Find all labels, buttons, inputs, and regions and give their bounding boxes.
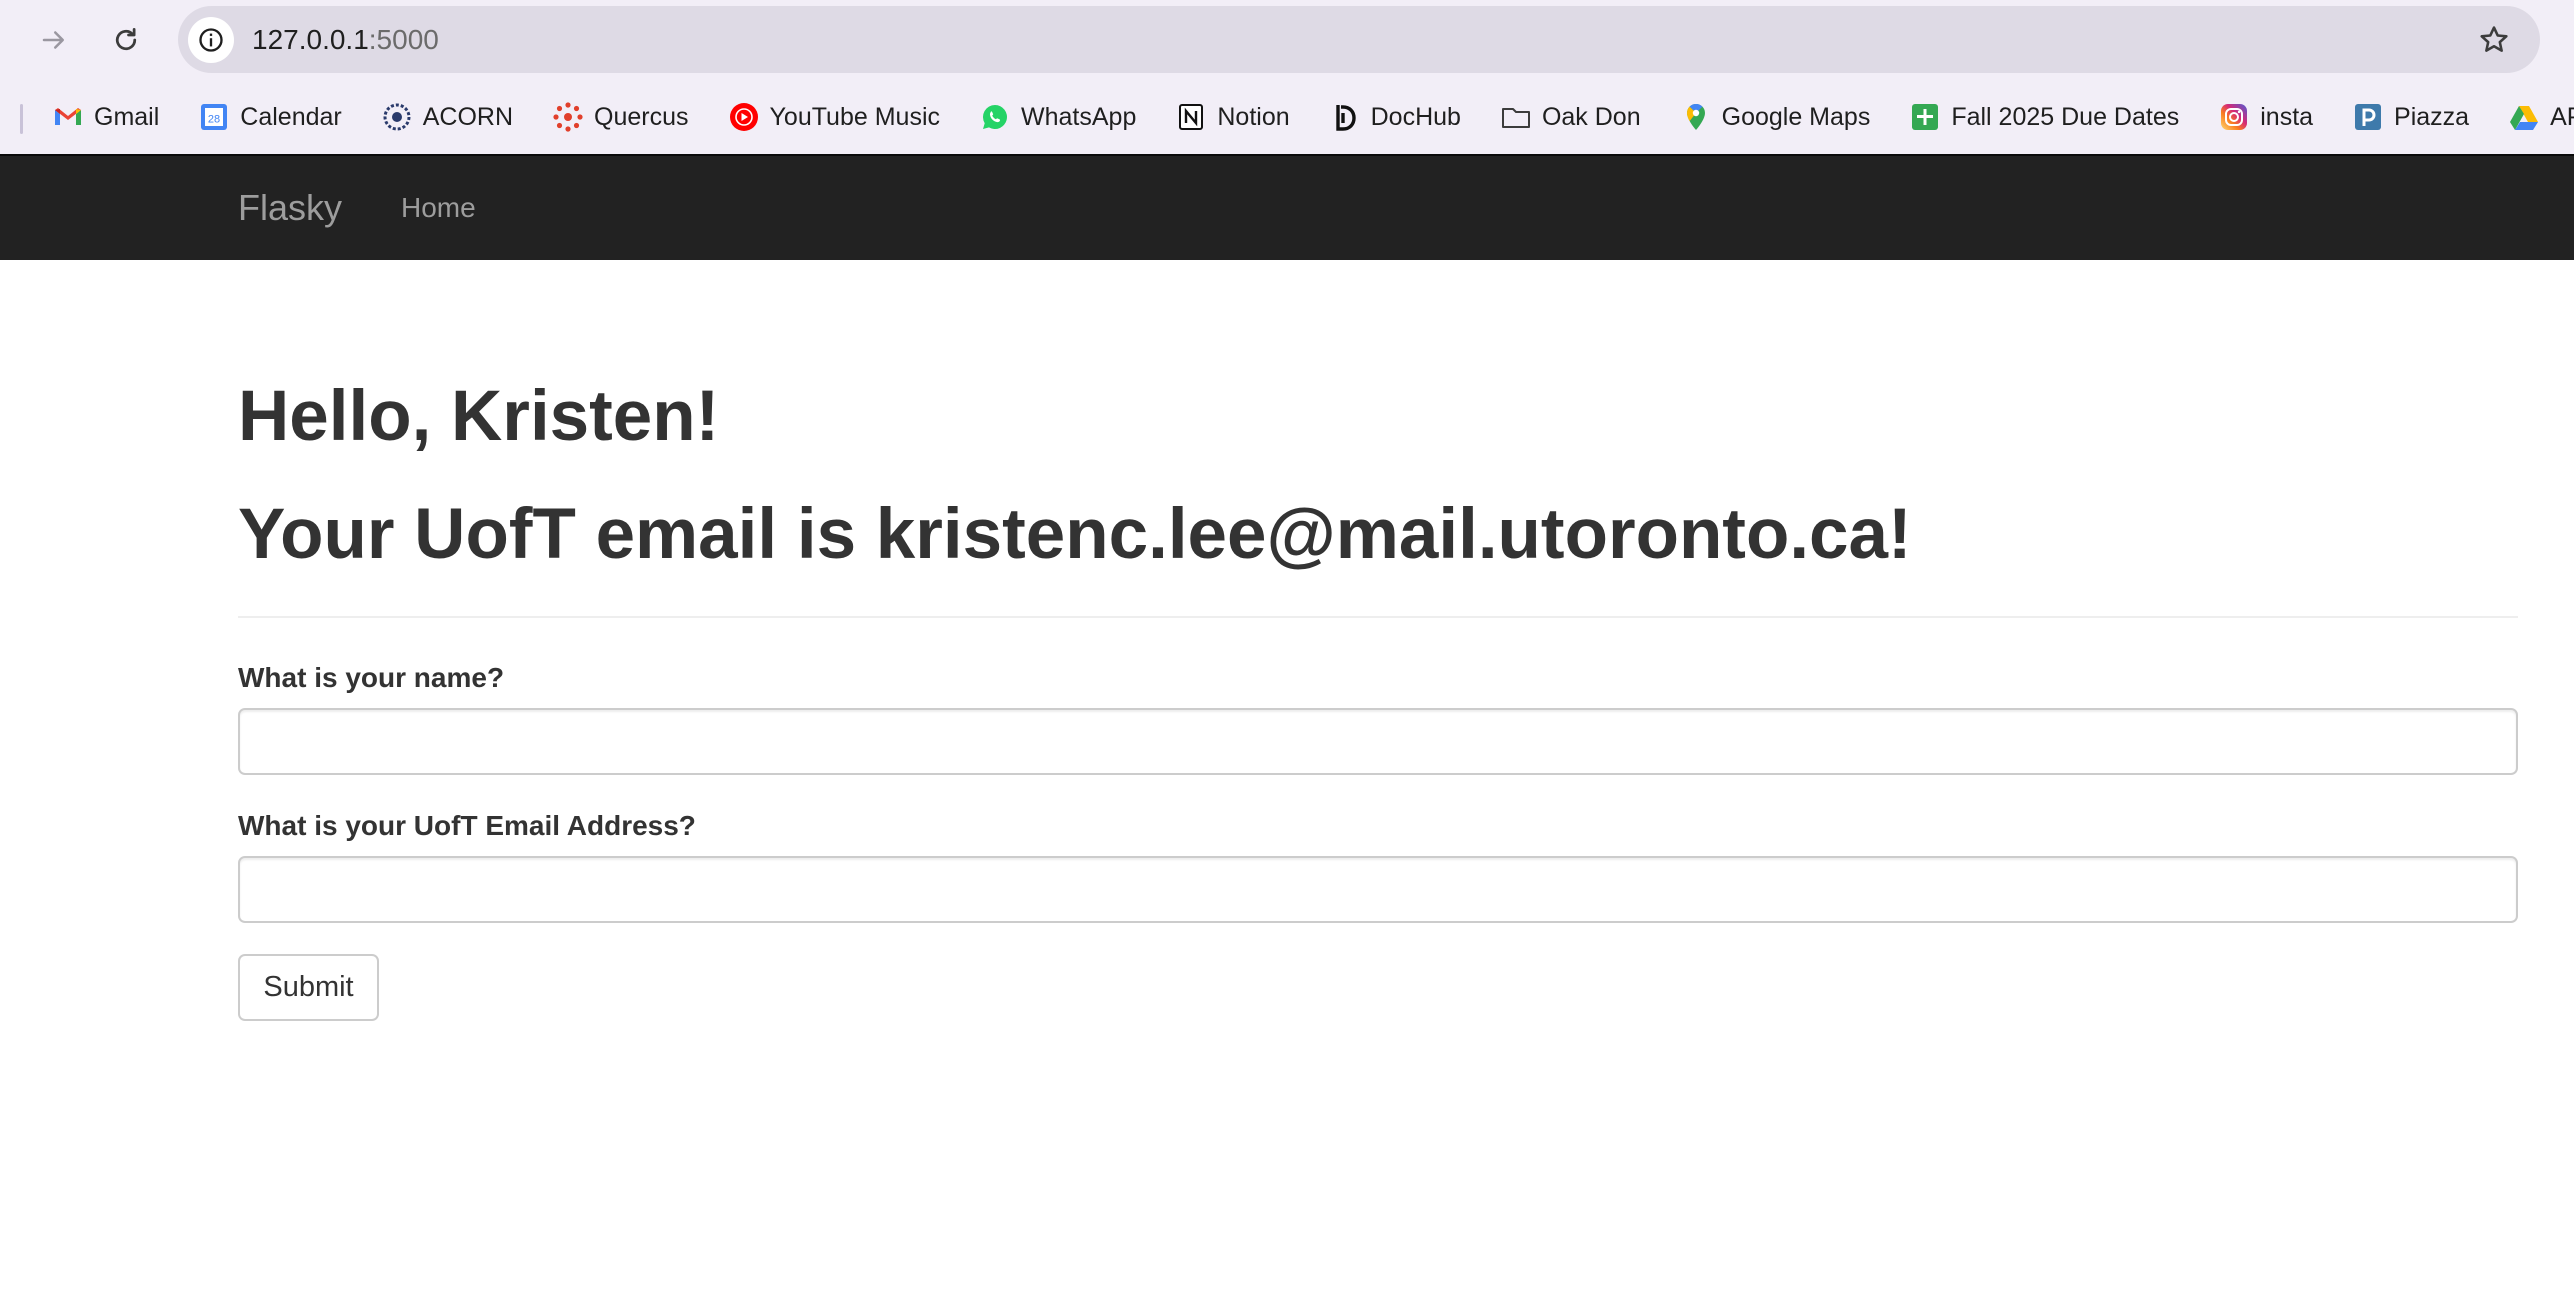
nav-link-home[interactable]: Home xyxy=(401,156,476,260)
sheets-icon xyxy=(1909,101,1941,133)
acorn-icon xyxy=(381,101,413,133)
bookmark-label: insta xyxy=(2260,102,2314,131)
reload-icon xyxy=(115,28,137,51)
instagram-icon xyxy=(2218,101,2250,133)
app-navbar: Flasky Home xyxy=(0,154,2574,260)
url-port: :5000 xyxy=(368,24,439,55)
bookmark-google-maps[interactable]: Google Maps xyxy=(1680,95,1871,139)
bookmark-calendar[interactable]: 28 Calendar xyxy=(198,95,342,139)
bookmark-label: Calendar xyxy=(240,102,342,131)
name-label: What is your name? xyxy=(238,662,505,693)
bookmark-piazza[interactable]: Piazza xyxy=(2352,95,2469,139)
bookmark-gmail[interactable]: Gmail xyxy=(52,95,159,139)
bookmark-whatsapp[interactable]: WhatsApp xyxy=(979,95,1136,139)
bookmark-label: APS49 xyxy=(2550,102,2574,131)
bookmark-aps49[interactable]: APS49 xyxy=(2508,95,2574,139)
bookmark-dochub[interactable]: DocHub xyxy=(1329,95,1461,139)
calendar-icon: 28 xyxy=(198,101,230,133)
calendar-icon-date: 28 xyxy=(208,114,220,126)
info-icon xyxy=(199,28,223,52)
bookmarks-list: Gmail 28 Calendar ACORN Quercus YouTube … xyxy=(52,80,2574,154)
email-heading: Your UofT email is kristenc.lee@mail.uto… xyxy=(238,495,1912,574)
bookmark-label: Google Maps xyxy=(1721,102,1871,131)
bookmark-label: YouTube Music xyxy=(769,102,941,131)
gmail-icon xyxy=(52,101,84,133)
bookmark-acorn[interactable]: ACORN xyxy=(381,95,513,139)
bookmark-label: ACORN xyxy=(422,102,514,131)
bookmark-label: Piazza xyxy=(2394,102,2470,131)
google-maps-icon xyxy=(1680,101,1712,133)
name-input[interactable] xyxy=(238,708,2518,775)
reload-button[interactable] xyxy=(100,14,152,66)
bookmark-fall-2025-due-dates[interactable]: Fall 2025 Due Dates xyxy=(1909,95,2179,139)
arrow-right-icon xyxy=(42,31,64,49)
email-label: What is your UofT Email Address? xyxy=(238,810,696,841)
piazza-icon xyxy=(2352,101,2384,133)
notion-icon xyxy=(1175,101,1207,133)
bookmark-insta[interactable]: insta xyxy=(2218,95,2313,139)
bookmark-label: WhatsApp xyxy=(1021,102,1137,131)
bookmark-folder-oak-don[interactable]: Oak Don xyxy=(1500,95,1641,139)
url-text[interactable]: 127.0.0.1:5000 xyxy=(252,6,439,73)
header-divider xyxy=(238,616,2518,618)
dochub-icon xyxy=(1329,101,1361,133)
address-bar[interactable]: 127.0.0.1:5000 xyxy=(178,6,2540,73)
email-input[interactable] xyxy=(238,856,2518,923)
google-drive-icon xyxy=(2508,101,2540,133)
forward-button[interactable] xyxy=(28,14,80,66)
bookmarks-bar: Gmail 28 Calendar ACORN Quercus YouTube … xyxy=(0,80,2574,154)
bookmark-label: Gmail xyxy=(94,102,160,131)
bookmark-label: Quercus xyxy=(594,102,689,131)
bookmark-star-button[interactable] xyxy=(2474,20,2514,60)
quercus-icon xyxy=(552,101,584,133)
bookmark-label: Oak Don xyxy=(1541,102,1641,131)
bookmark-label: DocHub xyxy=(1370,102,1461,131)
star-icon xyxy=(2480,26,2508,52)
bookmark-notion[interactable]: Notion xyxy=(1175,95,1290,139)
youtube-music-icon xyxy=(728,101,760,133)
browser-toolbar: 127.0.0.1:5000 xyxy=(0,0,2574,80)
bookmark-youtube-music[interactable]: YouTube Music xyxy=(728,95,940,139)
folder-icon xyxy=(1500,101,1532,133)
bookmark-quercus[interactable]: Quercus xyxy=(552,95,689,139)
bookmarks-separator xyxy=(20,104,23,134)
bookmark-label: Notion xyxy=(1217,102,1290,131)
whatsapp-icon xyxy=(979,101,1011,133)
url-host: 127.0.0.1 xyxy=(252,24,369,55)
navbar-brand[interactable]: Flasky xyxy=(238,156,342,260)
greeting-heading: Hello, Kristen! xyxy=(238,377,720,456)
submit-button[interactable]: Submit xyxy=(238,954,379,1021)
site-info-button[interactable] xyxy=(188,17,234,63)
bookmark-label: Fall 2025 Due Dates xyxy=(1951,102,2180,131)
